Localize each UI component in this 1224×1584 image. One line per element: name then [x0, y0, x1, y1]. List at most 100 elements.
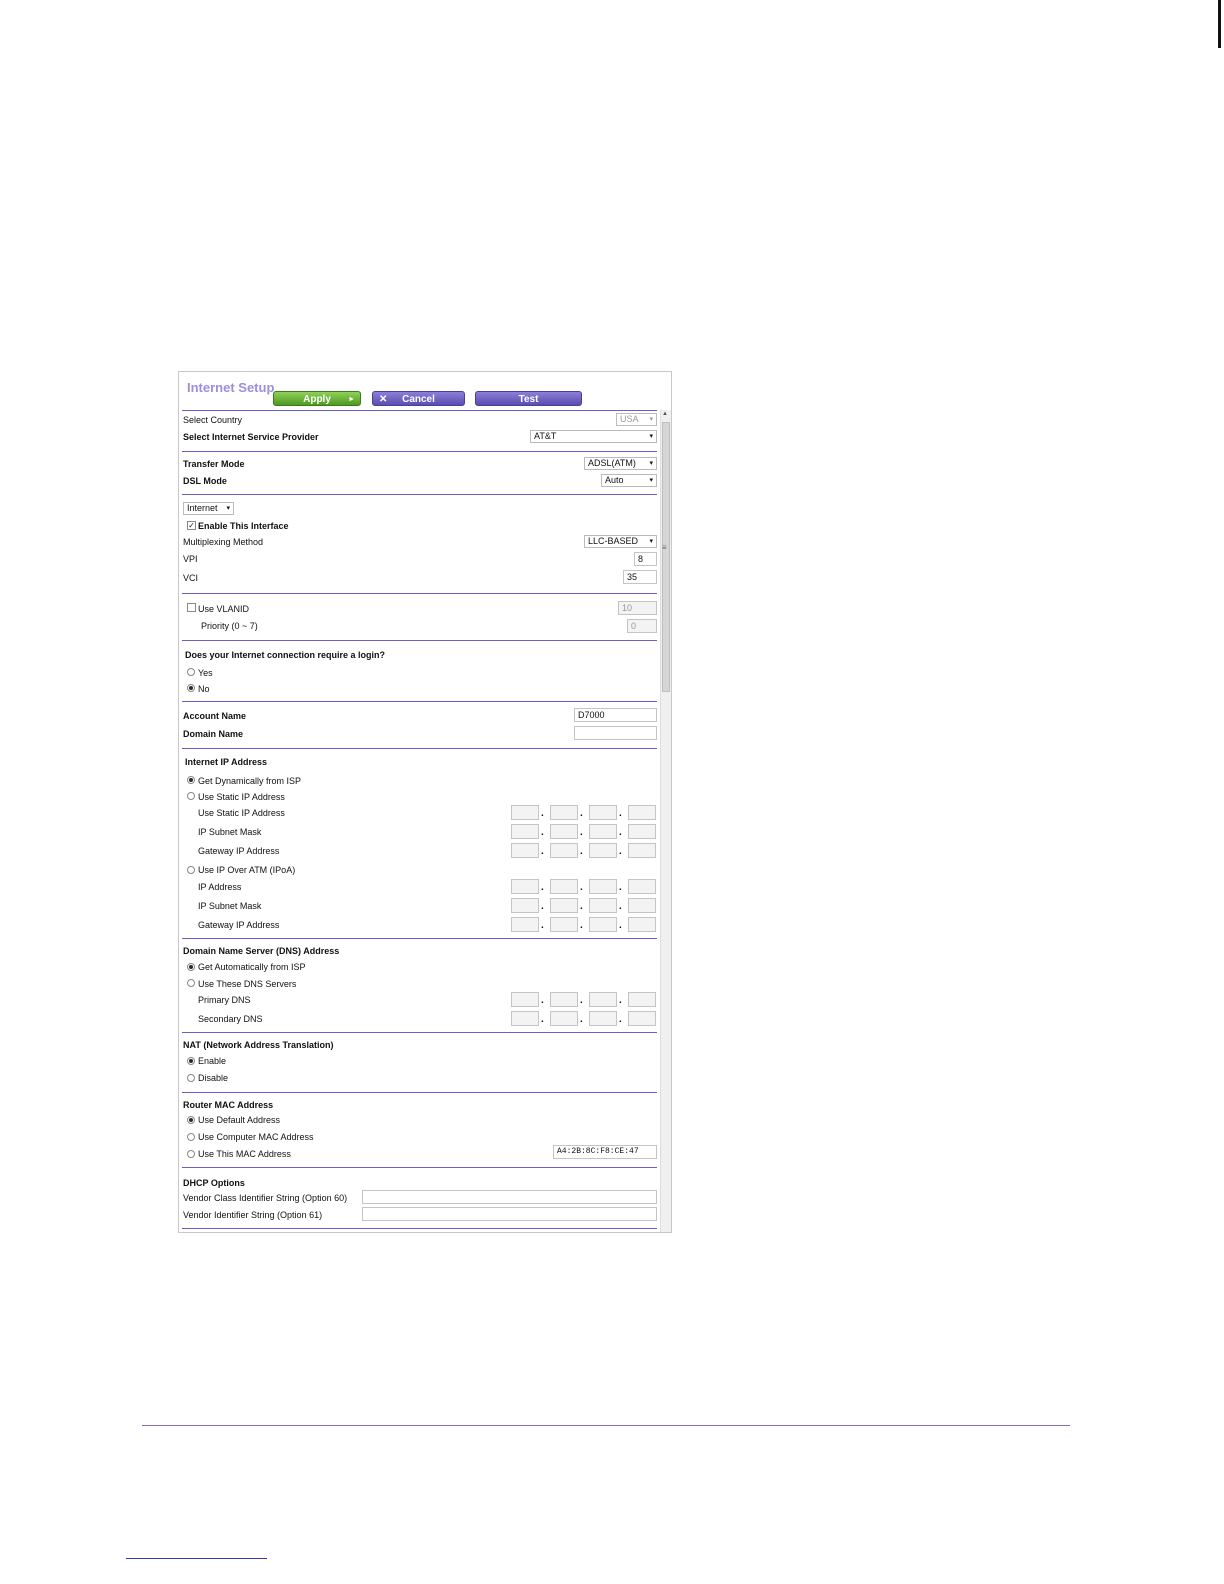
- secondary-dns-octet-4[interactable]: [628, 1011, 656, 1026]
- transfer-mode-select[interactable]: ADSL(ATM) ▾: [584, 457, 657, 470]
- option61-input[interactable]: [362, 1207, 657, 1221]
- ip-dot: .: [541, 1014, 544, 1025]
- static-ip-octet-1[interactable]: [511, 805, 539, 820]
- ipoa-gateway-octet-2[interactable]: [550, 917, 578, 932]
- divider: [182, 938, 657, 939]
- country-select[interactable]: USA ▾: [616, 413, 657, 426]
- ip-dot: .: [541, 901, 544, 912]
- mux-value: LLC-BASED: [588, 536, 639, 546]
- ipoa-gateway-octet-4[interactable]: [628, 917, 656, 932]
- nat-disable-radio[interactable]: [187, 1074, 195, 1082]
- country-value: USA: [620, 414, 639, 424]
- mac-address-input[interactable]: A4:2B:8C:F8:CE:47: [553, 1145, 657, 1159]
- login-yes-label: Yes: [198, 668, 213, 678]
- nat-enable-radio[interactable]: [187, 1057, 195, 1065]
- static-subnet-octet-1[interactable]: [511, 824, 539, 839]
- static-ip-octet-2[interactable]: [550, 805, 578, 820]
- priority-input[interactable]: 0: [627, 619, 657, 633]
- vlanid-input[interactable]: 10: [618, 601, 657, 615]
- test-button[interactable]: Test: [475, 391, 582, 406]
- login-yes-radio[interactable]: [187, 668, 195, 676]
- mac-computer-radio[interactable]: [187, 1133, 195, 1141]
- static-subnet-octet-4[interactable]: [628, 824, 656, 839]
- internet-ip-heading: Internet IP Address: [185, 757, 268, 767]
- ip-dot: .: [580, 1014, 583, 1025]
- static-subnet-octet-2[interactable]: [550, 824, 578, 839]
- ipoa-gateway-octet-3[interactable]: [589, 917, 617, 932]
- vpi-input[interactable]: 8: [634, 552, 657, 566]
- enable-interface-checkbox[interactable]: ✓: [187, 521, 196, 530]
- option60-input[interactable]: [362, 1190, 657, 1204]
- secondary-dns-octet-1[interactable]: [511, 1011, 539, 1026]
- ipoa-subnet-octet-1[interactable]: [511, 898, 539, 913]
- vci-input[interactable]: 35: [623, 570, 657, 584]
- dhcp-heading: DHCP Options: [183, 1178, 245, 1188]
- primary-dns-octet-3[interactable]: [589, 992, 617, 1007]
- dsl-mode-select[interactable]: Auto ▾: [601, 474, 657, 487]
- use-vlanid-checkbox[interactable]: [187, 603, 196, 612]
- ipoa-gateway-label: Gateway IP Address: [198, 920, 280, 930]
- ip-dot: .: [580, 827, 583, 838]
- mux-select[interactable]: LLC-BASED ▾: [584, 535, 657, 548]
- cancel-label: Cancel: [402, 394, 435, 405]
- ip-dynamic-radio[interactable]: [187, 776, 195, 784]
- static-gateway-octet-2[interactable]: [550, 843, 578, 858]
- dsl-mode-label: DSL Mode: [183, 476, 227, 486]
- divider: [182, 701, 657, 702]
- primary-dns-octet-1[interactable]: [511, 992, 539, 1007]
- ipoa-subnet-octet-2[interactable]: [550, 898, 578, 913]
- ipoa-ip-octet-4[interactable]: [628, 879, 656, 894]
- mac-this-radio[interactable]: [187, 1150, 195, 1158]
- isp-value: AT&T: [534, 431, 557, 441]
- ipoa-subnet-octet-3[interactable]: [589, 898, 617, 913]
- static-gateway-octet-4[interactable]: [628, 843, 656, 858]
- ipoa-ip-octet-1[interactable]: [511, 879, 539, 894]
- ip-dot: .: [580, 808, 583, 819]
- divider: [182, 494, 657, 495]
- ip-dot: .: [580, 920, 583, 931]
- apply-button[interactable]: Apply ►: [273, 391, 361, 406]
- dns-auto-radio[interactable]: [187, 963, 195, 971]
- country-label: Select Country: [183, 415, 243, 425]
- ipoa-gateway-octet-1[interactable]: [511, 917, 539, 932]
- play-arrow-icon: ►: [348, 396, 355, 403]
- static-ip-octet-4[interactable]: [628, 805, 656, 820]
- static-gateway-label: Gateway IP Address: [198, 846, 280, 856]
- secondary-dns-octet-3[interactable]: [589, 1011, 617, 1026]
- account-name-input[interactable]: D7000: [574, 708, 657, 722]
- ip-ipoa-radio[interactable]: [187, 866, 195, 874]
- primary-dns-octet-4[interactable]: [628, 992, 656, 1007]
- interface-select[interactable]: Internet ▾: [183, 502, 234, 515]
- domain-name-input[interactable]: [574, 726, 657, 740]
- ip-dot: .: [619, 901, 622, 912]
- ip-static-radio[interactable]: [187, 792, 195, 800]
- interface-value: Internet: [187, 503, 218, 513]
- scrollbar[interactable]: ▲ ≡: [660, 410, 671, 1232]
- ipoa-ip-octet-2[interactable]: [550, 879, 578, 894]
- login-no-radio[interactable]: [187, 684, 195, 692]
- panel-header: Internet Setup Apply ► ✕ Cancel Test: [179, 372, 671, 410]
- divider: [182, 748, 657, 749]
- static-subnet-octet-3[interactable]: [589, 824, 617, 839]
- test-label: Test: [518, 394, 539, 405]
- mac-this-label: Use This MAC Address: [198, 1149, 291, 1159]
- ipoa-subnet-octet-4[interactable]: [628, 898, 656, 913]
- ip-ipoa-label: Use IP Over ATM (IPoA): [198, 865, 296, 875]
- transfer-mode-value: ADSL(ATM): [588, 458, 636, 468]
- ip-dot: .: [541, 995, 544, 1006]
- scroll-thumb[interactable]: [662, 422, 670, 692]
- divider: [182, 451, 657, 452]
- dns-manual-radio[interactable]: [187, 979, 195, 987]
- mac-default-radio[interactable]: [187, 1116, 195, 1124]
- static-ip-octet-3[interactable]: [589, 805, 617, 820]
- isp-select[interactable]: AT&T ▾: [530, 430, 657, 443]
- scroll-up-icon[interactable]: ▲: [662, 411, 668, 417]
- static-gateway-octet-1[interactable]: [511, 843, 539, 858]
- secondary-dns-octet-2[interactable]: [550, 1011, 578, 1026]
- static-gateway-octet-3[interactable]: [589, 843, 617, 858]
- cancel-button[interactable]: ✕ Cancel: [372, 391, 465, 406]
- ip-dot: .: [619, 827, 622, 838]
- ipoa-ip-octet-3[interactable]: [589, 879, 617, 894]
- mac-computer-label: Use Computer MAC Address: [198, 1132, 314, 1142]
- primary-dns-octet-2[interactable]: [550, 992, 578, 1007]
